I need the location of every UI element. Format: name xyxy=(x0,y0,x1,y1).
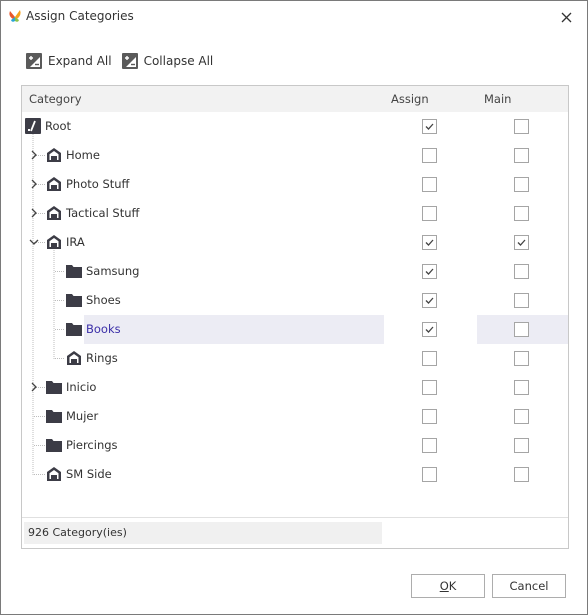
assign-checkbox[interactable] xyxy=(422,177,437,192)
chevron-down-icon[interactable] xyxy=(28,236,40,248)
main-checkbox[interactable] xyxy=(514,467,529,482)
column-header-category[interactable]: Category xyxy=(29,92,82,106)
category-label[interactable]: Tactical Stuff xyxy=(66,206,139,220)
table-row[interactable]: Root xyxy=(22,112,568,141)
close-button[interactable] xyxy=(551,5,581,29)
assign-checkbox[interactable] xyxy=(422,322,437,337)
expand-all-label: Expand All xyxy=(48,54,112,68)
category-label[interactable]: Mujer xyxy=(66,409,98,423)
home-icon xyxy=(47,148,61,162)
table-row[interactable]: Home xyxy=(22,141,568,170)
collapse-all-icon xyxy=(121,53,138,69)
home-icon xyxy=(47,235,61,249)
category-label[interactable]: Shoes xyxy=(86,293,121,307)
table-row[interactable]: Books xyxy=(22,315,568,344)
home-icon xyxy=(47,177,61,191)
home-icon xyxy=(67,351,81,365)
main-checkbox[interactable] xyxy=(514,177,529,192)
cancel-button[interactable]: Cancel xyxy=(492,574,566,598)
category-label[interactable]: Home xyxy=(66,148,100,162)
table-row[interactable]: Inicio xyxy=(22,373,568,402)
main-checkbox[interactable] xyxy=(514,293,529,308)
folder-icon xyxy=(46,439,62,452)
table-row[interactable]: Rings xyxy=(22,344,568,373)
selection-highlight xyxy=(84,315,384,344)
chevron-right-icon[interactable] xyxy=(28,381,40,393)
table-row[interactable]: Tactical Stuff xyxy=(22,199,568,228)
assign-checkbox[interactable] xyxy=(422,293,437,308)
category-label[interactable]: Piercings xyxy=(66,438,118,452)
expand-all-button[interactable]: Expand All xyxy=(26,51,112,71)
column-header-main[interactable]: Main xyxy=(484,92,511,106)
title-bar: Assign Categories xyxy=(1,1,587,33)
main-checkbox[interactable] xyxy=(514,264,529,279)
table-row[interactable]: Mujer xyxy=(22,402,568,431)
assign-checkbox[interactable] xyxy=(422,351,437,366)
collapse-all-label: Collapse All xyxy=(143,54,214,68)
category-label[interactable]: Books xyxy=(86,322,121,336)
category-label[interactable]: Root xyxy=(45,119,71,133)
butterfly-logo-icon xyxy=(9,10,21,22)
main-checkbox[interactable] xyxy=(514,380,529,395)
folder-icon xyxy=(66,265,82,278)
assign-checkbox[interactable] xyxy=(422,148,437,163)
folder-icon xyxy=(46,410,62,423)
category-count: 926 Category(ies) xyxy=(24,522,382,544)
assign-checkbox[interactable] xyxy=(422,467,437,482)
assign-checkbox[interactable] xyxy=(422,438,437,453)
close-icon xyxy=(561,12,571,22)
table-row[interactable]: Photo Stuff xyxy=(22,170,568,199)
main-checkbox[interactable] xyxy=(514,322,529,337)
main-checkbox[interactable] xyxy=(514,409,529,424)
category-label[interactable]: IRA xyxy=(66,235,85,249)
assign-checkbox[interactable] xyxy=(422,409,437,424)
toolbar: Expand All Collapse All xyxy=(26,51,213,71)
chevron-right-icon[interactable] xyxy=(28,207,40,219)
category-label[interactable]: Photo Stuff xyxy=(66,177,129,191)
category-label[interactable]: SM Side xyxy=(66,467,112,481)
category-grid: Category Assign Main Root Home Photo Stuff… xyxy=(21,85,569,549)
category-label[interactable]: Rings xyxy=(86,351,118,365)
table-row[interactable]: Samsung xyxy=(22,257,568,286)
main-checkbox[interactable] xyxy=(514,206,529,221)
ok-label: OK xyxy=(439,579,457,593)
main-checkbox[interactable] xyxy=(514,438,529,453)
window-title: Assign Categories xyxy=(26,9,134,23)
table-row[interactable]: Piercings xyxy=(22,431,568,460)
folder-icon xyxy=(66,323,82,336)
table-row[interactable]: SM Side xyxy=(22,460,568,489)
folder-icon xyxy=(46,381,62,394)
category-label[interactable]: Samsung xyxy=(86,264,139,278)
main-checkbox[interactable] xyxy=(514,148,529,163)
category-label[interactable]: Inicio xyxy=(66,380,96,394)
assign-checkbox[interactable] xyxy=(422,119,437,134)
assign-checkbox[interactable] xyxy=(422,206,437,221)
home-icon xyxy=(47,467,61,481)
footer-separator xyxy=(22,517,568,518)
assign-categories-dialog: Assign Categories Expand All Collapse Al… xyxy=(0,0,588,615)
table-row[interactable]: IRA xyxy=(22,228,568,257)
table-row[interactable]: Shoes xyxy=(22,286,568,315)
assign-checkbox[interactable] xyxy=(422,235,437,250)
assign-checkbox[interactable] xyxy=(422,264,437,279)
grid-header: Category Assign Main xyxy=(22,86,568,112)
chevron-right-icon[interactable] xyxy=(28,178,40,190)
root-icon xyxy=(25,118,41,134)
collapse-all-button[interactable]: Collapse All xyxy=(121,51,214,71)
main-checkbox[interactable] xyxy=(514,119,529,134)
column-header-assign[interactable]: Assign xyxy=(391,92,429,106)
main-checkbox[interactable] xyxy=(514,235,529,250)
main-checkbox[interactable] xyxy=(514,351,529,366)
assign-checkbox[interactable] xyxy=(422,380,437,395)
home-icon xyxy=(47,206,61,220)
expand-all-icon xyxy=(26,53,42,69)
chevron-right-icon[interactable] xyxy=(28,149,40,161)
ok-button[interactable]: OK xyxy=(411,574,485,598)
folder-icon xyxy=(66,294,82,307)
